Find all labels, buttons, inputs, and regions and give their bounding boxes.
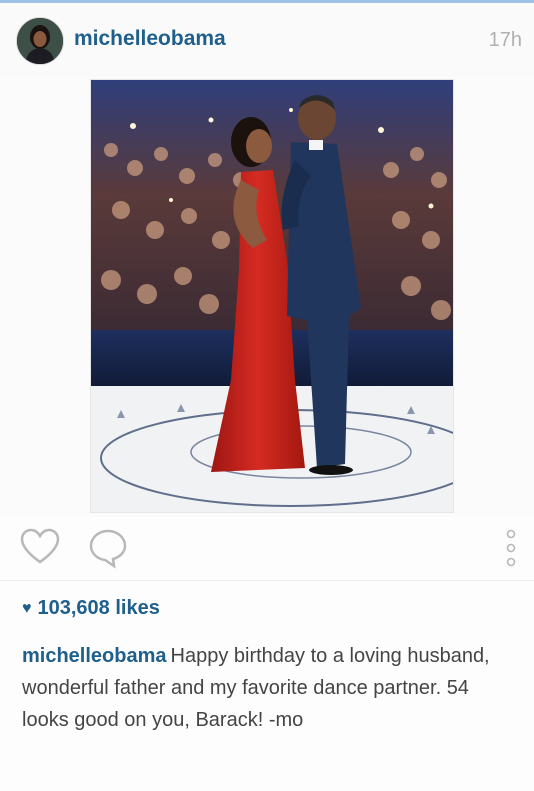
heart-outline-icon[interactable] [18, 526, 62, 570]
caption-username-link[interactable]: michelleobama [22, 645, 167, 667]
username-link[interactable]: michelleobama [74, 27, 226, 51]
post-header: michelleobama 17h [0, 3, 534, 78]
avatar[interactable] [16, 17, 64, 65]
more-vertical-icon[interactable] [502, 526, 520, 570]
heart-filled-icon: ♥ [22, 599, 32, 617]
post-caption: michelleobama Happy birthday to a loving … [22, 640, 512, 736]
avatar-image [17, 18, 63, 64]
post-actions [0, 520, 534, 580]
likes-count[interactable]: ♥ 103,608 likes [22, 597, 160, 620]
comment-bubble-icon[interactable] [86, 526, 130, 570]
dance-photo-image [91, 80, 453, 512]
divider [0, 580, 534, 581]
photo-container [0, 77, 534, 517]
likes-text: 103,608 likes [37, 597, 160, 619]
post-photo[interactable] [90, 79, 454, 513]
post-timestamp: 17h [488, 29, 522, 51]
instagram-post: michelleobama 17h ♥ 103,608 likes michel… [0, 0, 534, 791]
